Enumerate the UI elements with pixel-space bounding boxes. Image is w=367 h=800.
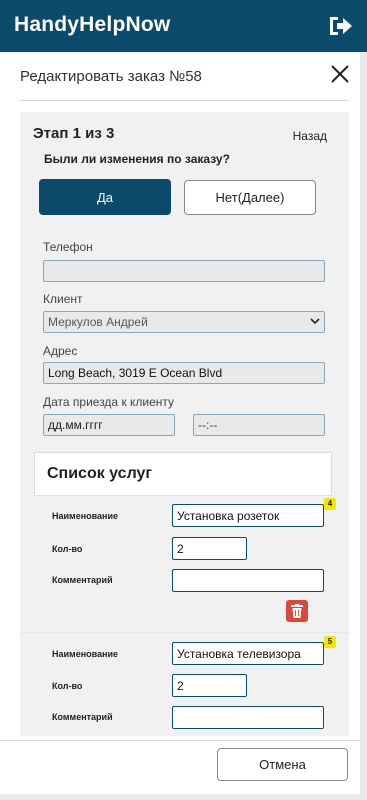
address-label: Адрес [43, 344, 78, 358]
service-number-badge: 4 [324, 498, 336, 510]
client-selected-value: Меркулов Андрей [48, 315, 148, 329]
service-comment-label: Комментарий [52, 712, 113, 722]
edit-order-modal: Редактировать заказ №58 Этап 1 из 3 Наза… [0, 52, 360, 794]
address-field[interactable]: Long Beach, 3019 E Ocean Blvd [43, 362, 325, 384]
service-qty-field[interactable]: 2 [172, 674, 247, 697]
service-name-field[interactable]: Установка телевизора [172, 642, 324, 665]
back-link[interactable]: Назад [293, 129, 327, 143]
service-qty-field[interactable]: 2 [172, 537, 247, 560]
delete-service-button[interactable] [286, 600, 308, 622]
phone-label: Телефон [43, 240, 93, 254]
app-title: HandyHelpNow [14, 13, 171, 36]
arrival-date-input[interactable]: дд.мм.гггг [43, 414, 175, 436]
service-qty-label: Кол-во [52, 681, 83, 691]
chevron-down-icon [310, 318, 320, 325]
trash-icon [291, 604, 303, 618]
service-name-label: Наименование [52, 649, 119, 659]
logout-icon[interactable] [327, 15, 353, 37]
service-number-badge: 5 [324, 636, 336, 648]
client-label: Клиент [43, 292, 83, 306]
service-name-field[interactable]: Установка розеток [172, 504, 324, 527]
service-item: Наименование Установка телевизора 5 Кол-… [20, 633, 349, 736]
service-item: Наименование Установка розеток 4 Кол-во … [20, 496, 349, 632]
service-comment-field[interactable] [172, 569, 324, 592]
header-divider [20, 100, 349, 101]
cancel-button[interactable]: Отмена [217, 748, 348, 781]
footer-divider [0, 740, 360, 741]
services-panel: Список услуг Наименование Установка розе… [20, 452, 349, 736]
modal-title: Редактировать заказ №58 [20, 68, 202, 85]
client-select[interactable]: Меркулов Андрей [43, 311, 325, 333]
services-title: Список услуг [47, 465, 153, 482]
app-header: HandyHelpNow [0, 0, 367, 52]
phone-field[interactable] [43, 260, 325, 282]
arrival-time-input[interactable]: --:-- [193, 414, 325, 436]
service-name-label: Наименование [52, 511, 119, 521]
service-qty-label: Кол-во [52, 544, 83, 554]
no-next-button[interactable]: Нет(Далее) [184, 180, 316, 215]
yes-button[interactable]: Да [39, 179, 171, 215]
close-icon[interactable] [330, 64, 350, 84]
service-comment-label: Комментарий [52, 575, 113, 585]
service-comment-field[interactable] [172, 706, 324, 729]
arrival-date-label: Дата приезда к клиенту [43, 395, 175, 409]
changes-question: Были ли изменения по заказу? [44, 152, 230, 166]
step-indicator: Этап 1 из 3 [33, 125, 115, 142]
form-scroll-area[interactable]: Этап 1 из 3 Назад Были ли изменения по з… [20, 112, 349, 736]
